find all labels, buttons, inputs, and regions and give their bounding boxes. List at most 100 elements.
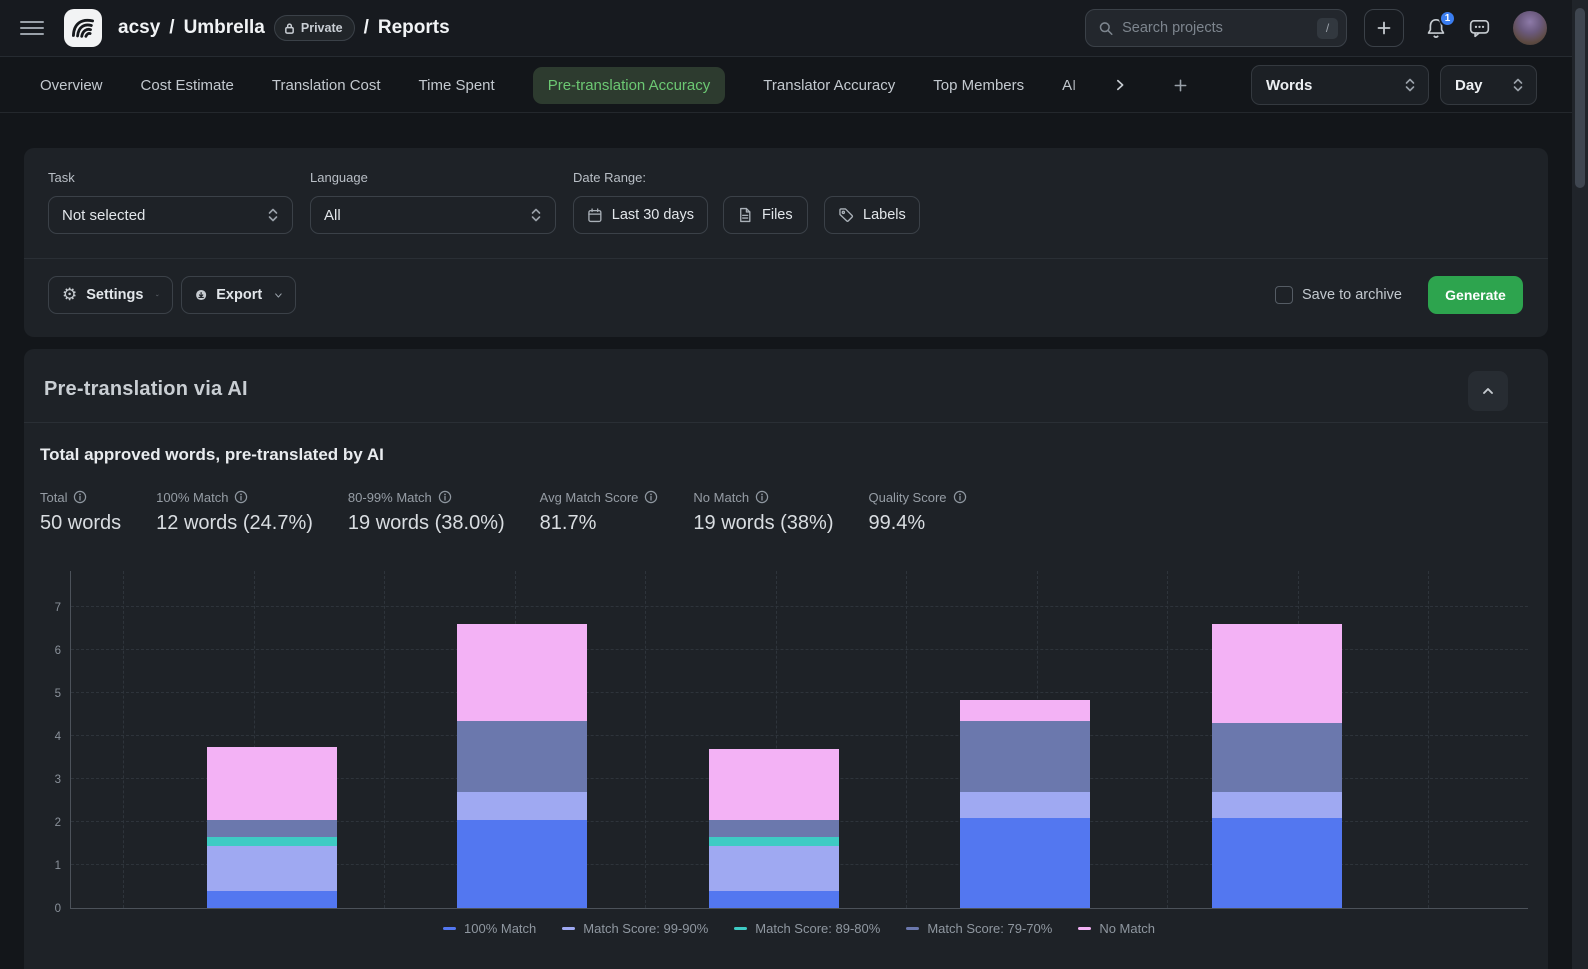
y-axis-tick-label: 4: [29, 731, 61, 743]
search-input[interactable]: [1122, 20, 1309, 36]
info-icon[interactable]: [234, 490, 248, 504]
scrollbar-thumb[interactable]: [1575, 8, 1585, 188]
stat-value: 99.4%: [868, 512, 966, 535]
chat-icon: [1468, 17, 1491, 39]
gridline-vertical: [645, 571, 646, 908]
language-select[interactable]: All: [310, 196, 556, 234]
select-arrows-icon: [1512, 77, 1524, 93]
info-icon[interactable]: [644, 490, 658, 504]
legend-item-100-match[interactable]: 100% Match: [443, 921, 536, 936]
tab-translator-accuracy[interactable]: Translator Accuracy: [763, 77, 895, 94]
create-project-button[interactable]: [1364, 9, 1404, 47]
settings-button[interactable]: ⚙ Settings: [48, 276, 173, 314]
gear-icon: ⚙: [62, 287, 77, 304]
info-icon[interactable]: [953, 490, 967, 504]
select-arrows-icon: [530, 207, 542, 223]
calendar-icon: [587, 207, 603, 224]
labels-filter-button[interactable]: Labels: [824, 196, 920, 234]
bar-segment-match-score-79-70: [709, 820, 839, 837]
tabs-scroll-right-button[interactable]: [1109, 74, 1131, 96]
legend-item-match-score-89-80[interactable]: Match Score: 89-80%: [734, 921, 880, 936]
bar-segment-match-score-99-90: [457, 792, 587, 820]
report-filters-card: Task Not selected Language All Date Rang…: [24, 148, 1548, 337]
bar-segment-match-score-79-70: [457, 721, 587, 792]
collapse-section-button[interactable]: [1468, 371, 1508, 411]
stat-80-99-match: 80-99% Match 19 words (38.0%): [348, 489, 505, 535]
bar-segment-match-score-79-70: [207, 820, 337, 837]
gridline-vertical: [1167, 571, 1168, 908]
user-avatar[interactable]: [1513, 11, 1547, 45]
tab-ai[interactable]: AI: [1062, 77, 1089, 94]
tab-top-members[interactable]: Top Members: [933, 77, 1024, 94]
legend-item-match-score-99-90[interactable]: Match Score: 99-90%: [562, 921, 708, 936]
bar-segment-no-match: [709, 749, 839, 820]
files-filter-button[interactable]: Files: [723, 196, 808, 234]
info-icon[interactable]: [438, 490, 452, 504]
chart-card-divider: [24, 422, 1548, 423]
tab-cost-estimate[interactable]: Cost Estimate: [141, 77, 234, 94]
hamburger-menu-icon[interactable]: [20, 16, 44, 40]
chevron-up-icon: [1480, 383, 1496, 399]
stat-no-match: No Match 19 words (38%): [693, 489, 833, 535]
privacy-badge-label: Private: [301, 21, 343, 35]
privacy-badge: Private: [274, 15, 355, 41]
breadcrumb-project[interactable]: Umbrella: [184, 17, 265, 39]
bar-segment-match-score-89-80: [709, 837, 839, 846]
plus-icon: [1376, 20, 1392, 36]
y-axis-tick-label: 6: [29, 645, 61, 657]
caret-down-icon: [156, 292, 159, 299]
notification-count-badge: 1: [1439, 10, 1456, 27]
bar-segment-match-score-79-70: [960, 721, 1090, 792]
download-icon: [195, 286, 207, 304]
bar-segment-match-score-99-90: [960, 792, 1090, 818]
legend-item-match-score-79-70[interactable]: Match Score: 79-70%: [906, 921, 1052, 936]
tab-time-spent[interactable]: Time Spent: [419, 77, 495, 94]
language-label: Language: [310, 170, 368, 185]
export-button[interactable]: Export: [181, 276, 296, 314]
y-axis-tick-label: 2: [29, 817, 61, 829]
stat-value: 81.7%: [540, 512, 659, 535]
logo-swirl-icon: [68, 13, 98, 43]
stat-total: Total 50 words: [40, 489, 121, 535]
file-icon: [737, 207, 753, 223]
stat-value: 12 words (24.7%): [156, 512, 313, 535]
generate-button[interactable]: Generate: [1428, 276, 1523, 314]
tab-overview[interactable]: Overview: [40, 77, 103, 94]
messages-button[interactable]: [1468, 17, 1491, 39]
notifications-button[interactable]: 1: [1425, 17, 1447, 39]
export-button-label: Export: [216, 287, 262, 303]
date-range-button[interactable]: Last 30 days: [573, 196, 708, 234]
info-icon[interactable]: [73, 490, 87, 504]
bar-segment-match-score-99-90: [1212, 792, 1342, 818]
breadcrumb-org[interactable]: acsy: [118, 17, 160, 39]
tab-pre-translation-accuracy[interactable]: Pre-translation Accuracy: [533, 67, 726, 104]
bar-segment-match-score-89-80: [207, 837, 337, 846]
save-to-archive-label[interactable]: Save to archive: [1302, 287, 1402, 303]
bar-segment-100-match: [457, 820, 587, 908]
unit-select[interactable]: Words: [1251, 65, 1429, 105]
app-logo[interactable]: [64, 9, 102, 47]
bar-stack: [457, 571, 587, 908]
bar-segment-100-match: [709, 891, 839, 908]
bar-segment-100-match: [1212, 818, 1342, 908]
task-select-value: Not selected: [62, 207, 145, 224]
legend-dash-icon: [906, 927, 919, 930]
legend-dash-icon: [734, 927, 747, 930]
chart-legend: 100% Match Match Score: 99-90% Match Score…: [70, 921, 1528, 936]
breadcrumb-page[interactable]: Reports: [378, 17, 450, 39]
legend-label: No Match: [1099, 921, 1155, 936]
date-range-label: Date Range:: [573, 170, 646, 185]
y-axis-tick-label: 0: [29, 903, 61, 915]
settings-button-label: Settings: [86, 287, 143, 303]
legend-item-no-match[interactable]: No Match: [1078, 921, 1155, 936]
tab-translation-cost[interactable]: Translation Cost: [272, 77, 381, 94]
task-select[interactable]: Not selected: [48, 196, 293, 234]
info-icon[interactable]: [755, 490, 769, 504]
add-report-tab-button[interactable]: [1169, 74, 1191, 96]
scrollbar-track[interactable]: [1572, 0, 1588, 969]
period-select[interactable]: Day: [1440, 65, 1537, 105]
language-select-value: All: [324, 207, 341, 224]
save-to-archive-checkbox[interactable]: [1275, 286, 1293, 304]
report-section-title: Pre-translation via AI: [44, 378, 248, 401]
breadcrumb-separator: /: [169, 17, 174, 39]
